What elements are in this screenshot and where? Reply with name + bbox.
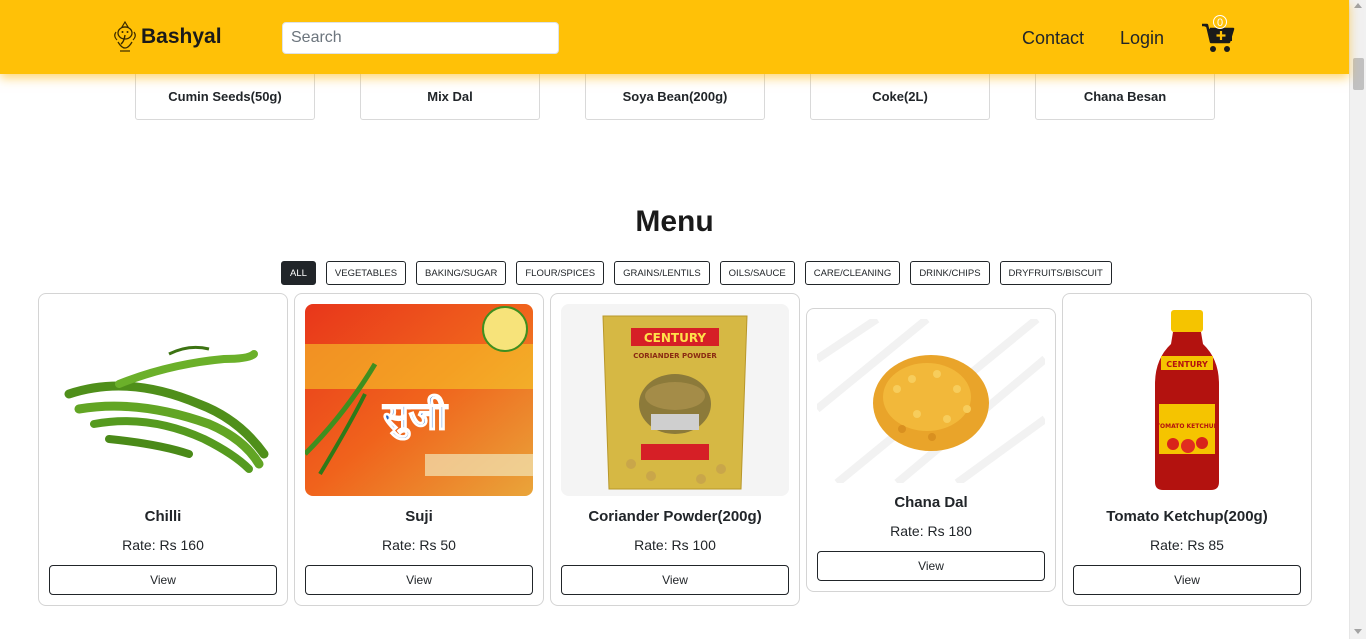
- suji-package-icon: सुजी: [305, 304, 533, 496]
- filter-drink-chips[interactable]: DRINK/CHIPS: [910, 261, 990, 285]
- scroll-down-arrow-icon[interactable]: [1354, 629, 1362, 634]
- filter-vegetables[interactable]: VEGETABLES: [325, 261, 407, 285]
- ganesh-logo-icon: [114, 20, 136, 52]
- chilli-icon: [49, 304, 277, 496]
- view-button[interactable]: View: [1073, 565, 1301, 595]
- product-card: सुजी Suji Rate: Rs 50 View: [294, 293, 544, 606]
- menu-title: Menu: [635, 205, 714, 238]
- rate-price: 100: [692, 537, 716, 553]
- product-rate: Rate: Rs 50: [295, 537, 543, 553]
- product-name: Chana Dal: [894, 494, 968, 511]
- filter-flour-spices[interactable]: FLOUR/SPICES: [516, 261, 605, 285]
- view-button[interactable]: View: [305, 565, 533, 595]
- page-scrollbar[interactable]: [1349, 0, 1366, 639]
- product-card: Chana Dal Rate: Rs 180 View: [806, 308, 1056, 592]
- product-name: Suji: [405, 508, 433, 525]
- category-filters: ALL VEGETABLES BAKING/SUGAR FLOUR/SPICES…: [281, 261, 1112, 285]
- rate-price: 180: [948, 523, 972, 539]
- package-text: सुजी: [382, 394, 448, 440]
- product-card: CENTURY TOMATO KETCHUP Tomato Ketchup(20…: [1062, 293, 1312, 606]
- view-button[interactable]: View: [817, 551, 1045, 581]
- filter-all[interactable]: ALL: [281, 261, 316, 285]
- product-card: CENTURY CORIANDER POWDER Coriander Powde…: [550, 293, 800, 606]
- scroll-up-arrow-icon[interactable]: [1354, 3, 1362, 8]
- rate-label: Rate: Rs: [634, 537, 689, 553]
- rate-price: 50: [440, 537, 456, 553]
- view-button[interactable]: View: [561, 565, 789, 595]
- product-rate: Rate: Rs 180: [807, 523, 1055, 539]
- product-rate: Rate: Rs 85: [1063, 537, 1311, 553]
- product-rate: Rate: Rs 160: [39, 537, 287, 553]
- scrollbar-thumb[interactable]: [1353, 58, 1364, 90]
- package-label: TOMATO KETCHUP: [1156, 423, 1219, 430]
- product-card: Chilli Rate: Rs 160 View: [38, 293, 288, 606]
- coriander-package-icon: CENTURY CORIANDER POWDER: [561, 304, 789, 496]
- package-label: CORIANDER POWDER: [633, 352, 717, 360]
- product-image: [49, 304, 277, 496]
- product-name: Tomato Ketchup(200g): [1106, 508, 1268, 525]
- cart-count-badge: 0: [1213, 15, 1227, 29]
- product-image: सुजी: [305, 304, 533, 496]
- featured-item[interactable]: Chana Besan: [1035, 66, 1215, 120]
- product-image: CENTURY CORIANDER POWDER: [561, 304, 789, 496]
- ketchup-bottle-icon: CENTURY TOMATO KETCHUP: [1073, 304, 1301, 496]
- rate-label: Rate: Rs: [1150, 537, 1205, 553]
- nav-contact-link[interactable]: Contact: [1022, 28, 1084, 49]
- rate-label: Rate: Rs: [382, 537, 437, 553]
- nav-login-link[interactable]: Login: [1120, 28, 1164, 49]
- filter-oils-sauce[interactable]: OILS/SAUCE: [719, 261, 795, 285]
- product-image: CENTURY TOMATO KETCHUP: [1073, 304, 1301, 496]
- featured-item[interactable]: Mix Dal: [360, 66, 540, 120]
- rate-price: 85: [1208, 537, 1224, 553]
- page: Bashyal Contact Login 0 Cumin Seeds(50g)…: [0, 0, 1366, 639]
- rate-label: Rate: Rs: [122, 537, 177, 553]
- product-rate: Rate: Rs 100: [551, 537, 799, 553]
- filter-care-cleaning[interactable]: CARE/CLEANING: [804, 261, 901, 285]
- filter-grains-lentils[interactable]: GRAINS/LENTILS: [614, 261, 710, 285]
- lentils-icon: [817, 319, 1045, 483]
- view-button[interactable]: View: [49, 565, 277, 595]
- navbar: Bashyal Contact Login 0: [0, 0, 1349, 74]
- brand-name: Bashyal: [141, 25, 222, 48]
- filter-dryfruits-biscuit[interactable]: DRYFRUITS/BISCUIT: [999, 261, 1112, 285]
- product-name: Chilli: [144, 508, 182, 525]
- package-brand: CENTURY: [1166, 360, 1208, 369]
- product-image: [817, 319, 1045, 483]
- package-brand: CENTURY: [644, 331, 707, 345]
- featured-item[interactable]: Soya Bean(200g): [585, 66, 765, 120]
- product-name: Coriander Powder(200g): [588, 508, 762, 525]
- filter-baking-sugar[interactable]: BAKING/SUGAR: [416, 261, 507, 285]
- search-input[interactable]: [282, 22, 559, 54]
- featured-item[interactable]: Cumin Seeds(50g): [135, 66, 315, 120]
- brand[interactable]: Bashyal: [112, 20, 222, 54]
- rate-price: 160: [180, 537, 204, 553]
- featured-item[interactable]: Coke(2L): [810, 66, 990, 120]
- rate-label: Rate: Rs: [890, 523, 945, 539]
